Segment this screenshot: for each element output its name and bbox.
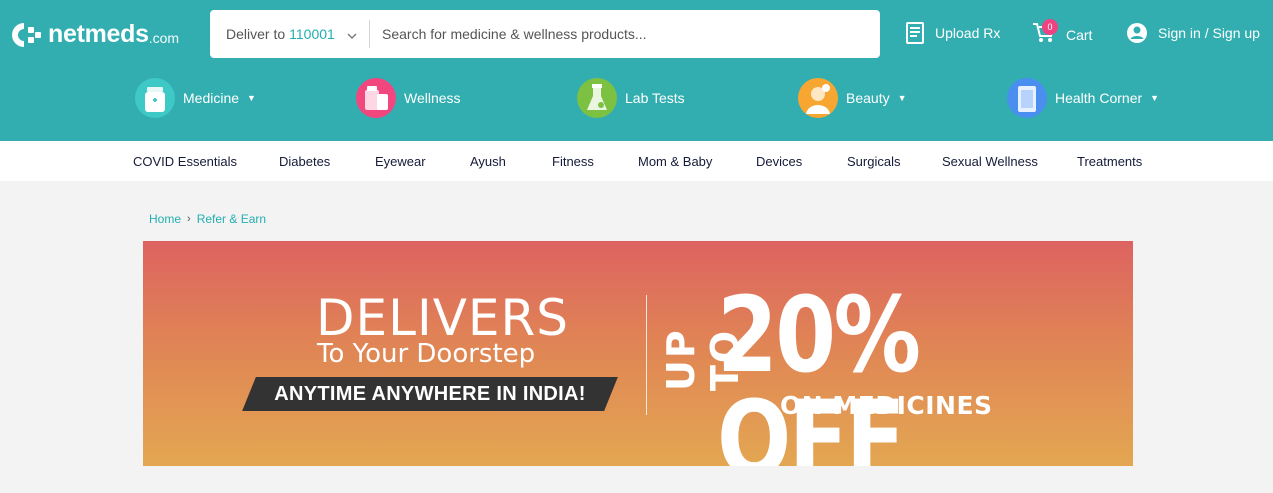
medicine-icon [135, 78, 175, 118]
user-account-icon [1127, 23, 1147, 43]
search-input[interactable] [382, 26, 862, 42]
caret-down-icon: ▼ [897, 93, 907, 103]
pincode-selector[interactable]: Deliver to 110001 [210, 20, 370, 48]
chevron-down-icon [347, 26, 357, 42]
banner-divider [646, 295, 647, 415]
prescription-icon [906, 22, 924, 44]
subnav-item-sexual-wellness[interactable]: Sexual Wellness [942, 154, 1038, 169]
category-label: Medicine [183, 90, 240, 106]
promo-banner[interactable]: DELIVERS To Your Doorstep ANYTIME ANYWHE… [143, 241, 1133, 466]
breadcrumb-home[interactable]: Home [149, 212, 181, 226]
chevron-right-icon: › [187, 213, 191, 225]
banner-strip-text: ANYTIME ANYWHERE IN INDIA! [274, 383, 586, 405]
beauty-icon [798, 78, 838, 118]
category-beauty[interactable]: Beauty ▼ [798, 78, 907, 118]
secondary-nav: COVID Essentials Diabetes Eyewear Ayush … [0, 141, 1273, 181]
pincode-value: 110001 [289, 26, 335, 42]
caret-down-icon: ▼ [1150, 93, 1160, 103]
banner-offer-sub: ON MEDICINES [780, 391, 993, 420]
netmeds-logo-icon [10, 21, 42, 49]
cart-button[interactable]: 0 Cart [1032, 19, 1093, 47]
deliver-label: Deliver to [226, 26, 286, 42]
cart-label: Cart [1066, 26, 1093, 43]
banner-subheadline: To Your Doorstep [317, 339, 536, 369]
category-label: Lab Tests [625, 90, 685, 106]
category-label: Beauty [846, 90, 890, 106]
health-corner-icon [1007, 78, 1047, 118]
wellness-icon [356, 78, 396, 118]
lab-tests-icon [577, 78, 617, 118]
breadcrumb-current[interactable]: Refer & Earn [197, 212, 266, 226]
logo-suffix: .com [148, 29, 180, 46]
subnav-item-diabetes[interactable]: Diabetes [279, 154, 330, 169]
subnav-item-fitness[interactable]: Fitness [552, 154, 594, 169]
category-lab-tests[interactable]: Lab Tests [577, 78, 685, 118]
top-header: netmeds .com Deliver to 110001 Upload Rx [0, 0, 1273, 141]
subnav-item-mom-baby[interactable]: Mom & Baby [638, 154, 712, 169]
subnav-item-devices[interactable]: Devices [756, 154, 802, 169]
subnav-item-ayush[interactable]: Ayush [470, 154, 506, 169]
category-label: Wellness [404, 90, 461, 106]
category-wellness[interactable]: Wellness [356, 78, 461, 118]
signin-label: Sign in / Sign up [1158, 25, 1260, 41]
cart-count-badge: 0 [1042, 19, 1058, 35]
upload-rx-button[interactable]: Upload Rx [905, 22, 1000, 44]
subnav-item-surgicals[interactable]: Surgicals [847, 154, 900, 169]
category-label: Health Corner [1055, 90, 1143, 106]
subnav-item-covid-essentials[interactable]: COVID Essentials [133, 154, 237, 169]
breadcrumb: Home › Refer & Earn [149, 212, 266, 226]
caret-down-icon: ▼ [247, 93, 256, 103]
logo-text: netmeds [48, 20, 149, 48]
signin-button[interactable]: Sign in / Sign up [1126, 22, 1260, 44]
category-health-corner[interactable]: Health Corner ▼ [1007, 78, 1159, 118]
category-medicine[interactable]: Medicine ▼ [135, 78, 256, 118]
netmeds-logo[interactable]: netmeds .com [10, 20, 179, 49]
search-bar: Deliver to 110001 [210, 10, 880, 58]
subnav-item-eyewear[interactable]: Eyewear [375, 154, 426, 169]
category-nav: Medicine ▼ Wellness Lab Tests Beauty ▼ H… [0, 78, 1273, 124]
banner-offer: 20% OFF [717, 274, 921, 466]
upload-rx-label: Upload Rx [935, 25, 1001, 41]
subnav-item-treatments[interactable]: Treatments [1077, 154, 1142, 169]
cart-icon-wrap: 0 [1032, 19, 1066, 47]
